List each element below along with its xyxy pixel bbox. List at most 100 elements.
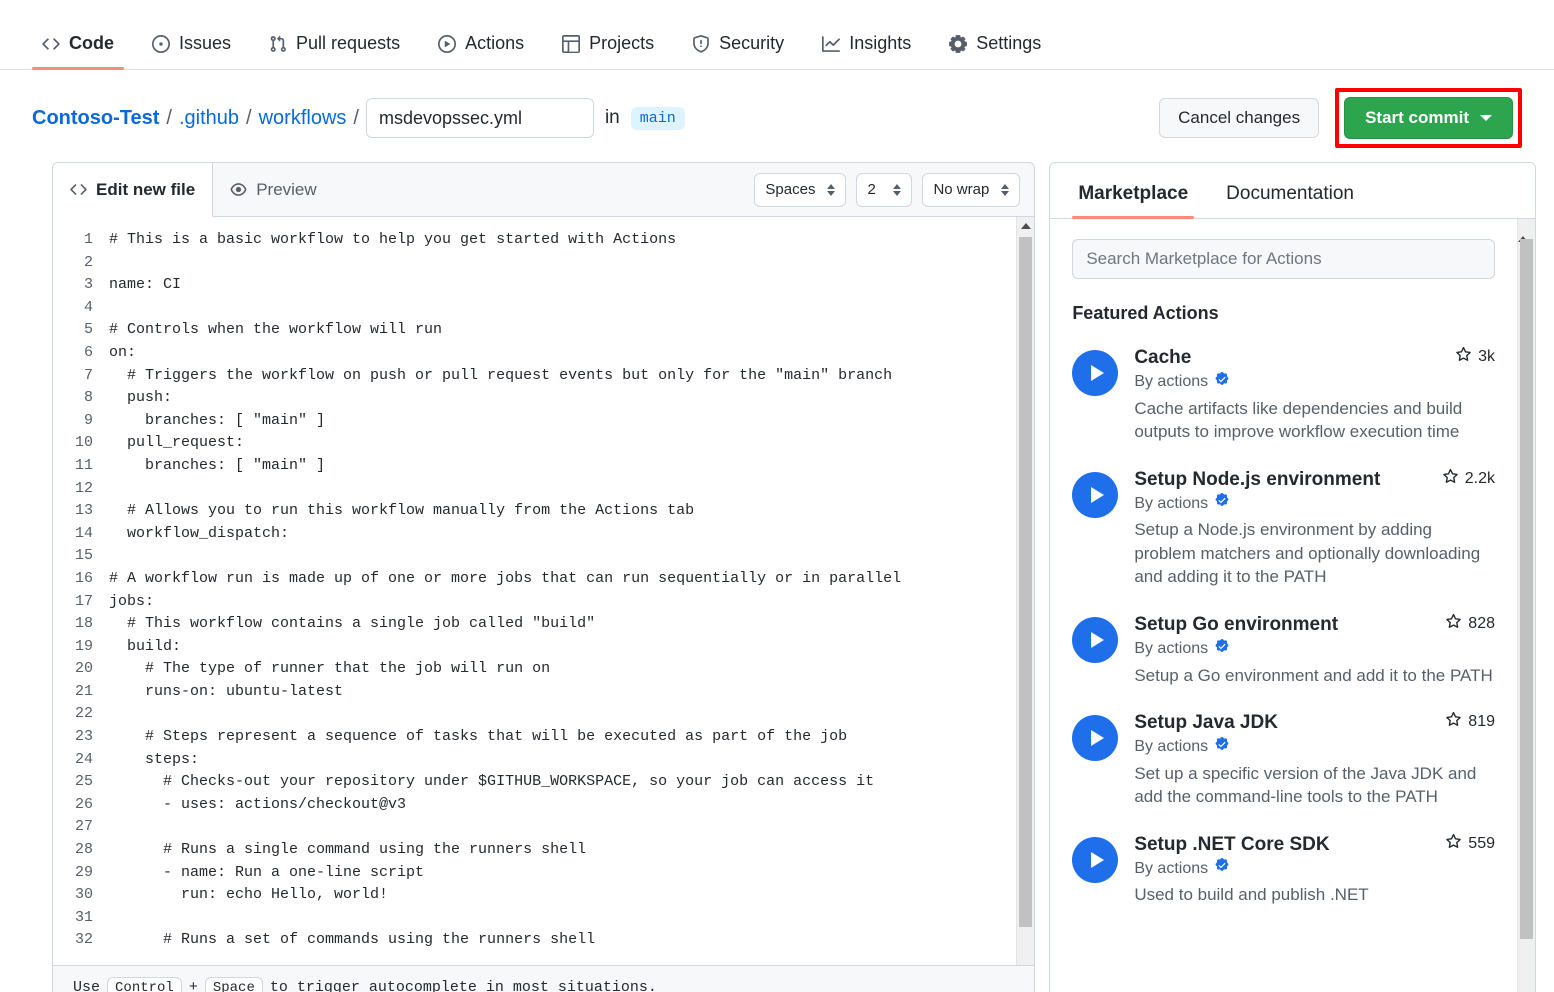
filename-input[interactable] [366, 98, 594, 138]
code-line[interactable]: 20 # The type of runner that the job wil… [53, 658, 1016, 681]
tab-edit-new-file[interactable]: Edit new file [53, 163, 213, 217]
code-editor-area[interactable]: 1# This is a basic workflow to help you … [53, 217, 1034, 965]
scrollbar-thumb[interactable] [1019, 237, 1032, 927]
tab-documentation[interactable]: Documentation [1220, 183, 1360, 218]
code-line[interactable]: 15 [53, 545, 1016, 568]
featured-actions-heading: Featured Actions [1072, 303, 1495, 324]
scrollbar-thumb[interactable] [1520, 239, 1533, 939]
line-content[interactable]: run: echo Hello, world! [109, 884, 388, 907]
line-content[interactable]: jobs: [109, 591, 154, 614]
nav-item-insights[interactable]: Insights [812, 33, 921, 69]
code-line[interactable]: 27 [53, 816, 1016, 839]
code-line[interactable]: 4 [53, 297, 1016, 320]
action-title[interactable]: Cache [1134, 346, 1445, 370]
line-content[interactable]: build: [109, 636, 181, 659]
line-content[interactable]: # Controls when the workflow will run [109, 319, 442, 342]
code-line[interactable]: 17jobs: [53, 591, 1016, 614]
chevron-updown-icon [893, 184, 901, 196]
line-content[interactable]: workflow_dispatch: [109, 523, 289, 546]
line-content[interactable]: runs-on: ubuntu-latest [109, 681, 343, 704]
action-title[interactable]: Setup Go environment [1134, 613, 1435, 637]
scroll-up-arrow-icon[interactable] [1518, 219, 1535, 237]
sidebar-vertical-scrollbar[interactable] [1517, 219, 1535, 992]
breadcrumb-github-dir[interactable]: .github [179, 107, 239, 130]
line-content[interactable]: push: [109, 387, 172, 410]
cancel-changes-button[interactable]: Cancel changes [1159, 98, 1319, 138]
line-content[interactable]: # This workflow contains a single job ca… [109, 613, 595, 636]
nav-item-settings[interactable]: Settings [939, 33, 1051, 69]
code-line[interactable]: 8 push: [53, 387, 1016, 410]
code-line[interactable]: 9 branches: [ "main" ] [53, 410, 1016, 433]
line-content[interactable]: # Allows you to run this workflow manual… [109, 500, 694, 523]
code-line[interactable]: 24 steps: [53, 749, 1016, 772]
code-line[interactable]: 29 - name: Run a one-line script [53, 862, 1016, 885]
marketplace-action-card[interactable]: Setup Node.js environment2.2kBy actionsS… [1072, 458, 1495, 603]
line-content[interactable]: - name: Run a one-line script [109, 862, 424, 885]
action-title[interactable]: Setup Java JDK [1134, 711, 1435, 735]
marketplace-action-card[interactable]: Setup .NET Core SDK559By actionsUsed to … [1072, 823, 1495, 921]
editor-vertical-scrollbar[interactable] [1016, 217, 1034, 965]
code-line[interactable]: 6on: [53, 342, 1016, 365]
code-line[interactable]: 2 [53, 252, 1016, 275]
action-title[interactable]: Setup Node.js environment [1134, 468, 1431, 492]
code-line[interactable]: 30 run: echo Hello, world! [53, 884, 1016, 907]
code-line[interactable]: 18 # This workflow contains a single job… [53, 613, 1016, 636]
code-line[interactable]: 23 # Steps represent a sequence of tasks… [53, 726, 1016, 749]
code-line[interactable]: 28 # Runs a single command using the run… [53, 839, 1016, 862]
line-content[interactable]: # The type of runner that the job will r… [109, 658, 550, 681]
code-line[interactable]: 32 # Runs a set of commands using the ru… [53, 929, 1016, 952]
code-line[interactable]: 13 # Allows you to run this workflow man… [53, 500, 1016, 523]
line-content[interactable]: # This is a basic workflow to help you g… [109, 229, 676, 252]
code-line[interactable]: 22 [53, 703, 1016, 726]
tab-marketplace[interactable]: Marketplace [1072, 183, 1194, 218]
marketplace-action-card[interactable]: Setup Java JDK819By actionsSet up a spec… [1072, 701, 1495, 823]
tab-preview[interactable]: Preview [213, 163, 333, 216]
nav-item-pull-requests[interactable]: Pull requests [259, 33, 410, 69]
code-line[interactable]: 7 # Triggers the workflow on push or pul… [53, 365, 1016, 388]
nav-item-projects[interactable]: Projects [552, 33, 664, 69]
breadcrumb-repo[interactable]: Contoso-Test [32, 107, 159, 130]
code-lines[interactable]: 1# This is a basic workflow to help you … [53, 217, 1016, 965]
line-wrap-select[interactable]: No wrap [922, 173, 1020, 207]
line-content[interactable]: # Triggers the workflow on push or pull … [109, 365, 892, 388]
line-content[interactable]: steps: [109, 749, 199, 772]
nav-item-actions[interactable]: Actions [428, 33, 534, 69]
code-line[interactable]: 21 runs-on: ubuntu-latest [53, 681, 1016, 704]
line-content[interactable]: # Steps represent a sequence of tasks th… [109, 726, 847, 749]
line-content[interactable]: # Runs a single command using the runner… [109, 839, 586, 862]
marketplace-action-card[interactable]: Cache3kBy actionsCache artifacts like de… [1072, 336, 1495, 458]
code-line[interactable]: 1# This is a basic workflow to help you … [53, 229, 1016, 252]
code-line[interactable]: 26 - uses: actions/checkout@v3 [53, 794, 1016, 817]
line-content[interactable]: on: [109, 342, 136, 365]
scroll-up-arrow-icon[interactable] [1017, 217, 1034, 235]
marketplace-search-input[interactable] [1072, 239, 1495, 279]
code-line[interactable]: 31 [53, 907, 1016, 930]
line-content[interactable]: - uses: actions/checkout@v3 [109, 794, 406, 817]
code-line[interactable]: 11 branches: [ "main" ] [53, 455, 1016, 478]
code-line[interactable]: 19 build: [53, 636, 1016, 659]
line-content[interactable]: name: CI [109, 274, 181, 297]
marketplace-action-card[interactable]: Setup Go environment828By actionsSetup a… [1072, 603, 1495, 701]
nav-item-security[interactable]: Security [682, 33, 794, 69]
line-content[interactable]: # Runs a set of commands using the runne… [109, 929, 595, 952]
start-commit-button[interactable]: Start commit [1344, 97, 1513, 139]
line-content[interactable]: branches: [ "main" ] [109, 410, 325, 433]
code-line[interactable]: 5# Controls when the workflow will run [53, 319, 1016, 342]
nav-item-code[interactable]: Code [32, 33, 124, 69]
indent-size-select[interactable]: 2 [856, 173, 912, 207]
action-title[interactable]: Setup .NET Core SDK [1134, 833, 1435, 857]
line-content[interactable]: pull_request: [109, 432, 244, 455]
line-content[interactable]: # A workflow run is made up of one or mo… [109, 568, 901, 591]
breadcrumb-workflows-dir[interactable]: workflows [259, 107, 347, 130]
action-author: By actions [1134, 493, 1495, 514]
code-line[interactable]: 3name: CI [53, 274, 1016, 297]
code-line[interactable]: 14 workflow_dispatch: [53, 523, 1016, 546]
code-line[interactable]: 25 # Checks-out your repository under $G… [53, 771, 1016, 794]
code-line[interactable]: 16# A workflow run is made up of one or … [53, 568, 1016, 591]
line-content[interactable]: branches: [ "main" ] [109, 455, 325, 478]
nav-item-issues[interactable]: Issues [142, 33, 241, 69]
line-content[interactable]: # Checks-out your repository under $GITH… [109, 771, 874, 794]
indent-mode-select[interactable]: Spaces [754, 173, 846, 207]
code-line[interactable]: 10 pull_request: [53, 432, 1016, 455]
code-line[interactable]: 12 [53, 478, 1016, 501]
